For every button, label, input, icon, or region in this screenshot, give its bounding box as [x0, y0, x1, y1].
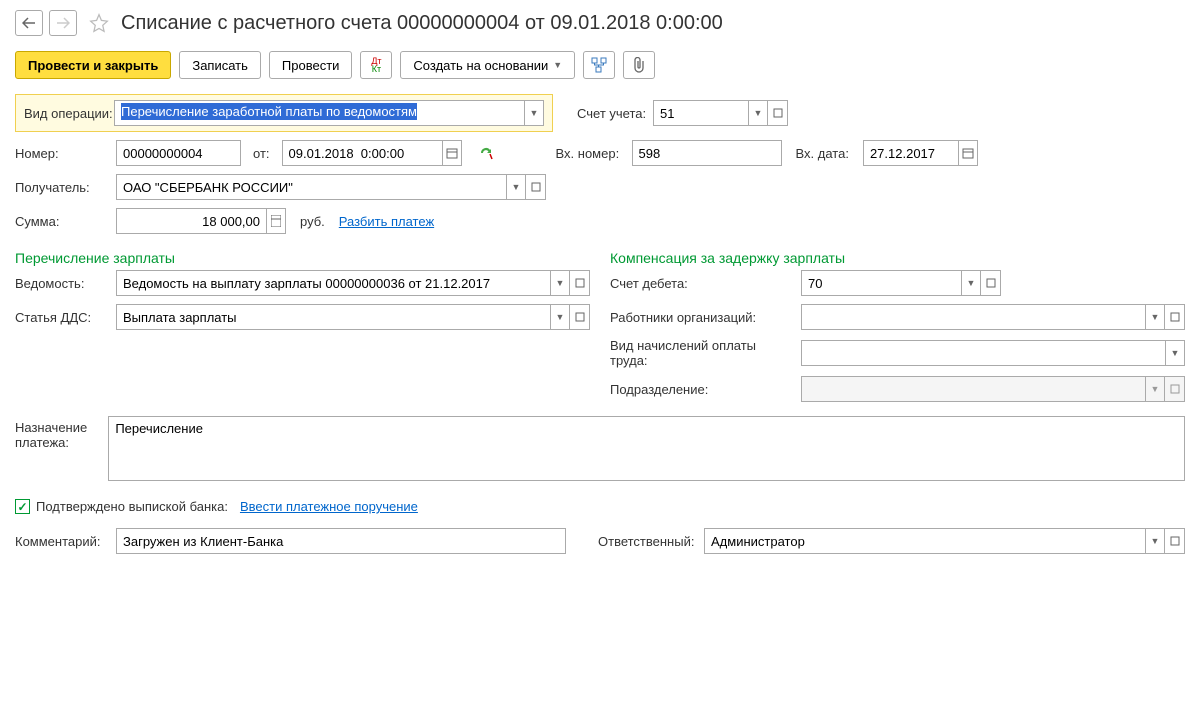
- sum-calc[interactable]: [266, 208, 286, 234]
- calculator-icon: [271, 215, 281, 227]
- currency-label: руб.: [300, 214, 325, 229]
- statement-input[interactable]: [116, 270, 550, 296]
- in-number-label: Вх. номер:: [556, 146, 626, 161]
- accrual-type-input[interactable]: [801, 340, 1165, 366]
- purpose-textarea[interactable]: [108, 416, 1185, 481]
- open-icon: [1170, 384, 1180, 394]
- responsible-open[interactable]: [1165, 528, 1185, 554]
- dds-input[interactable]: [116, 304, 550, 330]
- debit-account-open[interactable]: [981, 270, 1001, 296]
- purpose-label: Назначение платежа:: [15, 416, 102, 450]
- dds-dropdown[interactable]: ▼: [550, 304, 570, 330]
- employees-input[interactable]: [801, 304, 1145, 330]
- open-icon: [773, 108, 783, 118]
- date-calendar[interactable]: [442, 140, 462, 166]
- subdivision-open: [1165, 376, 1185, 402]
- related-button[interactable]: [583, 51, 615, 79]
- section-salary-header: Перечисление зарплаты: [15, 250, 590, 266]
- open-icon: [531, 182, 541, 192]
- refresh-icon: [478, 145, 494, 161]
- responsible-dropdown[interactable]: ▼: [1145, 528, 1165, 554]
- refresh-icon-wrap[interactable]: [478, 145, 494, 161]
- open-icon: [986, 278, 996, 288]
- from-label: от:: [253, 146, 270, 161]
- debit-account-dropdown[interactable]: ▼: [961, 270, 981, 296]
- open-icon: [1170, 312, 1180, 322]
- number-label: Номер:: [15, 146, 110, 161]
- recipient-open[interactable]: [526, 174, 546, 200]
- open-icon: [575, 278, 585, 288]
- in-date-input[interactable]: [863, 140, 958, 166]
- sum-label: Сумма:: [15, 214, 110, 229]
- comment-label: Комментарий:: [15, 534, 110, 549]
- nav-forward-button[interactable]: [49, 10, 77, 36]
- star-icon[interactable]: [89, 13, 109, 33]
- in-date-label: Вх. дата:: [796, 146, 849, 161]
- arrow-left-icon: [22, 17, 36, 29]
- recipient-label: Получатель:: [15, 180, 110, 195]
- employees-open[interactable]: [1165, 304, 1185, 330]
- calendar-icon: [446, 147, 458, 159]
- sum-input[interactable]: [116, 208, 266, 234]
- operation-type-dropdown[interactable]: ▼: [524, 100, 544, 126]
- enter-payment-order-link[interactable]: Ввести платежное поручение: [240, 499, 418, 514]
- subdivision-dropdown: ▼: [1145, 376, 1165, 402]
- save-button[interactable]: Записать: [179, 51, 261, 79]
- operation-type-input[interactable]: Перечисление заработной платы по ведомос…: [114, 100, 524, 126]
- accrual-type-label: Вид начислений оплаты труда:: [610, 338, 795, 368]
- split-payment-link[interactable]: Разбить платеж: [339, 214, 434, 229]
- debit-account-input[interactable]: [801, 270, 961, 296]
- dds-label: Статья ДДС:: [15, 310, 110, 325]
- arrow-right-icon: [56, 17, 70, 29]
- account-label: Счет учета:: [577, 106, 647, 121]
- dtkt-button[interactable]: ДтКт: [360, 51, 392, 79]
- in-number-input[interactable]: [632, 140, 782, 166]
- nav-back-button[interactable]: [15, 10, 43, 36]
- attach-button[interactable]: [623, 51, 655, 79]
- dtkt-icon: ДтКт: [371, 57, 381, 73]
- paperclip-icon: [632, 57, 646, 73]
- employees-label: Работники организаций:: [610, 310, 795, 325]
- create-based-button[interactable]: Создать на основании ▼: [400, 51, 575, 79]
- statement-dropdown[interactable]: ▼: [550, 270, 570, 296]
- subdivision-input: [801, 376, 1145, 402]
- debit-account-label: Счет дебета:: [610, 276, 795, 291]
- calendar-icon: [962, 147, 974, 159]
- employees-dropdown[interactable]: ▼: [1145, 304, 1165, 330]
- account-dropdown[interactable]: ▼: [748, 100, 768, 126]
- account-open[interactable]: [768, 100, 788, 126]
- confirmed-checkbox[interactable]: ✓: [15, 499, 30, 514]
- responsible-label: Ответственный:: [598, 534, 698, 549]
- operation-type-group: Вид операции: Перечисление заработной пл…: [15, 94, 553, 132]
- accrual-type-dropdown[interactable]: ▼: [1165, 340, 1185, 366]
- responsible-input[interactable]: [704, 528, 1145, 554]
- post-button[interactable]: Провести: [269, 51, 353, 79]
- in-date-calendar[interactable]: [958, 140, 978, 166]
- open-icon: [1170, 536, 1180, 546]
- operation-type-label: Вид операции:: [24, 106, 114, 121]
- recipient-input[interactable]: [116, 174, 506, 200]
- number-input[interactable]: [116, 140, 241, 166]
- confirmed-label: Подтверждено выпиской банка:: [36, 499, 228, 514]
- structure-icon: [591, 57, 607, 73]
- page-title: Списание с расчетного счета 00000000004 …: [121, 12, 723, 35]
- dds-open[interactable]: [570, 304, 590, 330]
- recipient-dropdown[interactable]: ▼: [506, 174, 526, 200]
- post-and-close-button[interactable]: Провести и закрыть: [15, 51, 171, 79]
- comment-input[interactable]: [116, 528, 566, 554]
- date-input[interactable]: [282, 140, 442, 166]
- chevron-down-icon: ▼: [553, 60, 562, 70]
- open-icon: [575, 312, 585, 322]
- subdivision-label: Подразделение:: [610, 382, 795, 397]
- statement-open[interactable]: [570, 270, 590, 296]
- section-compensation-header: Компенсация за задержку зарплаты: [610, 250, 1185, 266]
- account-input[interactable]: [653, 100, 748, 126]
- statement-label: Ведомость:: [15, 276, 110, 291]
